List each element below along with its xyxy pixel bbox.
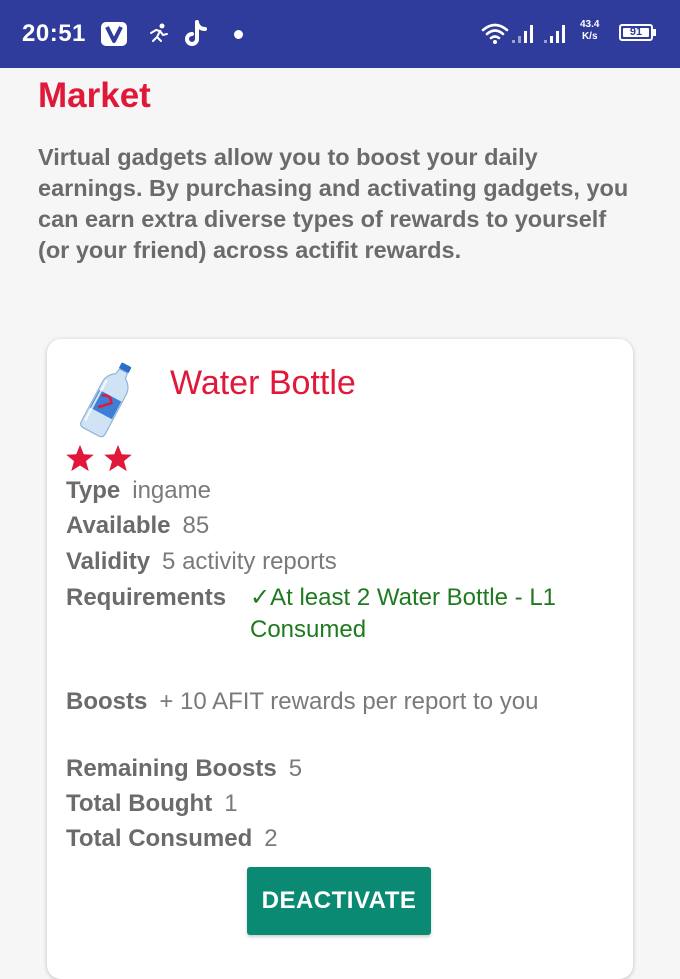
total-consumed-row: Total Consumed 2 (66, 825, 278, 853)
tiktok-icon (185, 20, 207, 46)
total-consumed-label: Total Consumed (66, 825, 253, 852)
remaining-boosts-label: Remaining Boosts (66, 755, 277, 782)
page-title: Market (38, 76, 151, 115)
gadget-name: Water Bottle (170, 364, 356, 402)
wifi-icon (481, 23, 509, 44)
remaining-boosts-row: Remaining Boosts 5 (66, 755, 302, 783)
market-intro-text: Virtual gadgets allow you to boost your … (38, 144, 629, 263)
signal-icon (512, 25, 565, 43)
validity-row: Validity 5 activity reports (66, 548, 337, 576)
requirements-value: ✓At least 2 Water Bottle - L1 Consumed (250, 584, 557, 643)
total-bought-value: 1 (224, 790, 238, 817)
requirements-row: Requirements (66, 584, 238, 612)
notification-dot-icon (234, 30, 243, 39)
type-value: ingame (132, 477, 211, 504)
available-value: 85 (182, 512, 210, 539)
network-speed-unit: K/s (581, 31, 598, 42)
boosts-value: + 10 AFIT rewards per report to you (159, 688, 539, 715)
validity-label: Validity (66, 548, 151, 575)
star-icon (104, 444, 132, 472)
type-label: Type (66, 477, 121, 504)
battery-icon: 91 (619, 24, 653, 41)
boosts-label: Boosts (66, 688, 148, 715)
available-label: Available (66, 512, 171, 539)
type-row: Type ingame (66, 477, 211, 505)
status-bar: 20:51 43.4 K/s 91 (0, 0, 680, 68)
gadget-rating (65, 443, 133, 473)
available-row: Available 85 (66, 512, 209, 540)
total-bought-label: Total Bought (66, 790, 213, 817)
network-speed: 43.4 K/s (580, 19, 599, 43)
deactivate-button[interactable]: DEACTIVATE (247, 867, 431, 935)
water-bottle-icon (80, 362, 132, 438)
remaining-boosts-value: 5 (288, 755, 303, 782)
star-icon (66, 444, 94, 472)
validity-value: 5 activity reports (162, 548, 337, 575)
gadget-card: Water Bottle Type ingame Available 85 Vali… (47, 339, 633, 979)
running-person-icon (150, 23, 168, 42)
requirements-label: Requirements (66, 584, 227, 611)
v-app-icon (101, 22, 127, 46)
battery-level: 91 (629, 26, 643, 38)
boosts-row: Boosts + 10 AFIT rewards per report to yo… (66, 688, 538, 716)
status-time: 20:51 (22, 20, 86, 47)
total-consumed-value: 2 (264, 825, 278, 852)
total-bought-row: Total Bought 1 (66, 790, 238, 818)
network-speed-value: 43.4 (580, 19, 600, 30)
